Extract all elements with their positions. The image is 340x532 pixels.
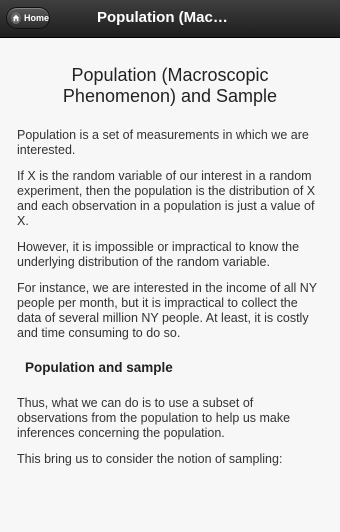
page-heading: Population (Macroscopic Phenomenon) and … (62, 65, 278, 106)
page-title-bar: Population (Mac… (97, 9, 228, 26)
paragraph: However, it is impossible or impractical… (17, 240, 300, 269)
paragraph: For instance, we are interested in the i… (17, 281, 317, 340)
top-bar: Home Population (Mac… (0, 0, 340, 38)
home-icon (11, 12, 21, 24)
paragraph: This bring us to consider the notion of … (17, 452, 283, 466)
section-heading: Population and sample (25, 360, 173, 375)
paragraph: If X is the random variable of our inter… (17, 169, 316, 228)
content-area: Population (Macroscopic Phenomenon) and … (0, 65, 340, 467)
home-button-label: Home (23, 13, 49, 23)
paragraph: Population is a set of measurements in w… (17, 128, 309, 157)
home-button[interactable]: Home (6, 7, 50, 29)
paragraph: Thus, what we can do is to use a subset … (17, 396, 291, 440)
